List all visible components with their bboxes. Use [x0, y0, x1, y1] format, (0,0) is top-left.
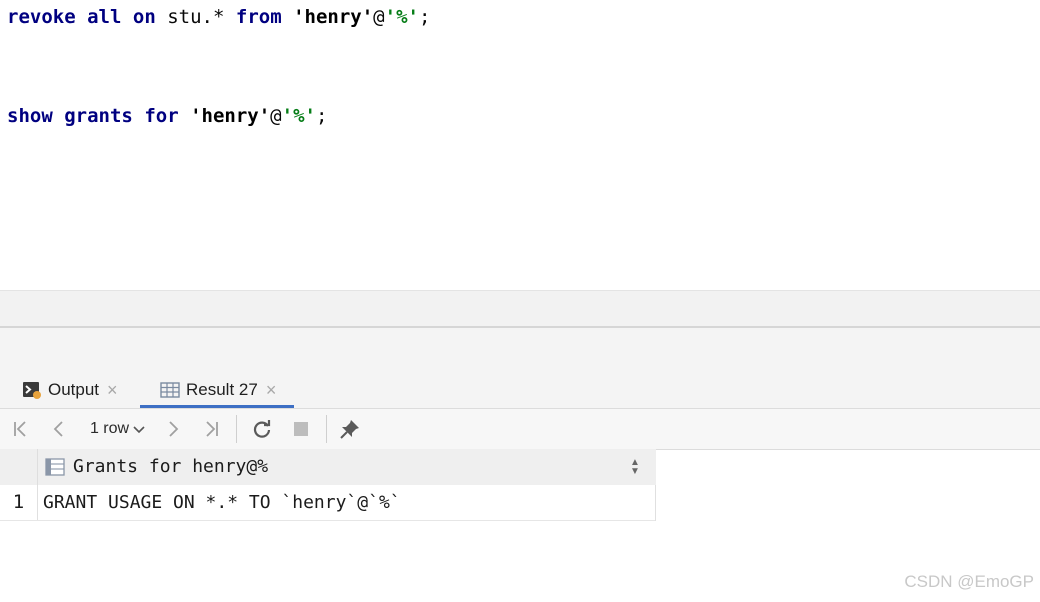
- row-count-dropdown[interactable]: 1 row: [84, 409, 152, 449]
- sql-editor[interactable]: revoke all on stu.* from 'henry'@'%'; sh…: [0, 0, 1040, 290]
- close-icon[interactable]: ×: [107, 381, 118, 399]
- grid-right-border: [655, 485, 656, 521]
- close-icon[interactable]: ×: [266, 381, 277, 399]
- first-page-button[interactable]: [8, 409, 34, 449]
- host-string: '%': [281, 105, 316, 127]
- grant-cell[interactable]: GRANT USAGE ON *.* TO `henry`@`%`: [43, 485, 401, 520]
- refresh-icon: [253, 420, 271, 438]
- user-string: 'henry': [190, 105, 271, 127]
- console-output-icon: [22, 380, 42, 400]
- table-grid-icon: [160, 380, 180, 400]
- last-page-icon: [206, 421, 218, 437]
- watermark: CSDN @EmoGP: [904, 572, 1034, 591]
- user-string: 'henry': [293, 6, 374, 28]
- keyword: grants: [64, 105, 133, 127]
- result-toolbar: 1 row: [0, 408, 1040, 450]
- semicolon: ;: [418, 6, 431, 28]
- row-number: 1: [0, 485, 38, 520]
- toolbar-separator: [236, 415, 237, 443]
- sort-icon[interactable]: ▲ ▼: [630, 458, 640, 477]
- tab-result-27[interactable]: Result 27 ×: [160, 372, 276, 408]
- column-icon: [45, 457, 65, 477]
- keyword: from: [235, 6, 282, 28]
- keyword: on: [132, 6, 156, 28]
- row-count-label: 1 row: [89, 420, 130, 437]
- grid-corner[interactable]: [0, 449, 38, 485]
- keyword: revoke: [7, 6, 76, 28]
- table-row[interactable]: 1 GRANT USAGE ON *.* TO `henry`@`%`: [0, 485, 656, 521]
- prev-page-icon: [53, 421, 63, 437]
- keyword: all: [87, 6, 122, 28]
- code-line-1[interactable]: revoke all on stu.* from 'henry'@'%';: [7, 2, 430, 32]
- pin-tab-button[interactable]: [336, 409, 364, 449]
- next-page-icon: [169, 421, 179, 437]
- prev-page-button[interactable]: [46, 409, 72, 449]
- grid-header: Grants for henry@% ▲ ▼: [0, 449, 656, 486]
- stop-button[interactable]: [288, 409, 314, 449]
- semicolon: ;: [315, 105, 328, 127]
- pin-icon: [340, 420, 359, 439]
- first-page-icon: [14, 421, 26, 437]
- toolbar-separator: [326, 415, 327, 443]
- tab-output[interactable]: Output ×: [22, 372, 118, 408]
- chevron-down-icon: [133, 426, 145, 434]
- last-page-button[interactable]: [198, 409, 224, 449]
- editor-bottom-gutter: [0, 290, 1040, 327]
- stop-icon: [294, 422, 308, 436]
- result-grid: Grants for henry@% ▲ ▼ 1 GRANT USAGE ON *…: [0, 449, 656, 521]
- at-sign: @: [270, 105, 282, 127]
- object-name: stu.*: [167, 6, 225, 28]
- code-line-2[interactable]: show grants for 'henry'@'%';: [7, 101, 327, 131]
- keyword: show: [7, 105, 53, 127]
- column-header-grants[interactable]: Grants for henry@%: [73, 449, 268, 485]
- next-page-button[interactable]: [160, 409, 186, 449]
- refresh-button[interactable]: [248, 409, 276, 449]
- tab-result-label: Result 27: [186, 380, 258, 399]
- result-tabs: Output × Result 27 ×: [0, 372, 1040, 408]
- tab-output-label: Output: [48, 380, 100, 399]
- at-sign: @: [373, 6, 385, 28]
- keyword: for: [144, 105, 179, 127]
- host-string: '%': [384, 6, 419, 28]
